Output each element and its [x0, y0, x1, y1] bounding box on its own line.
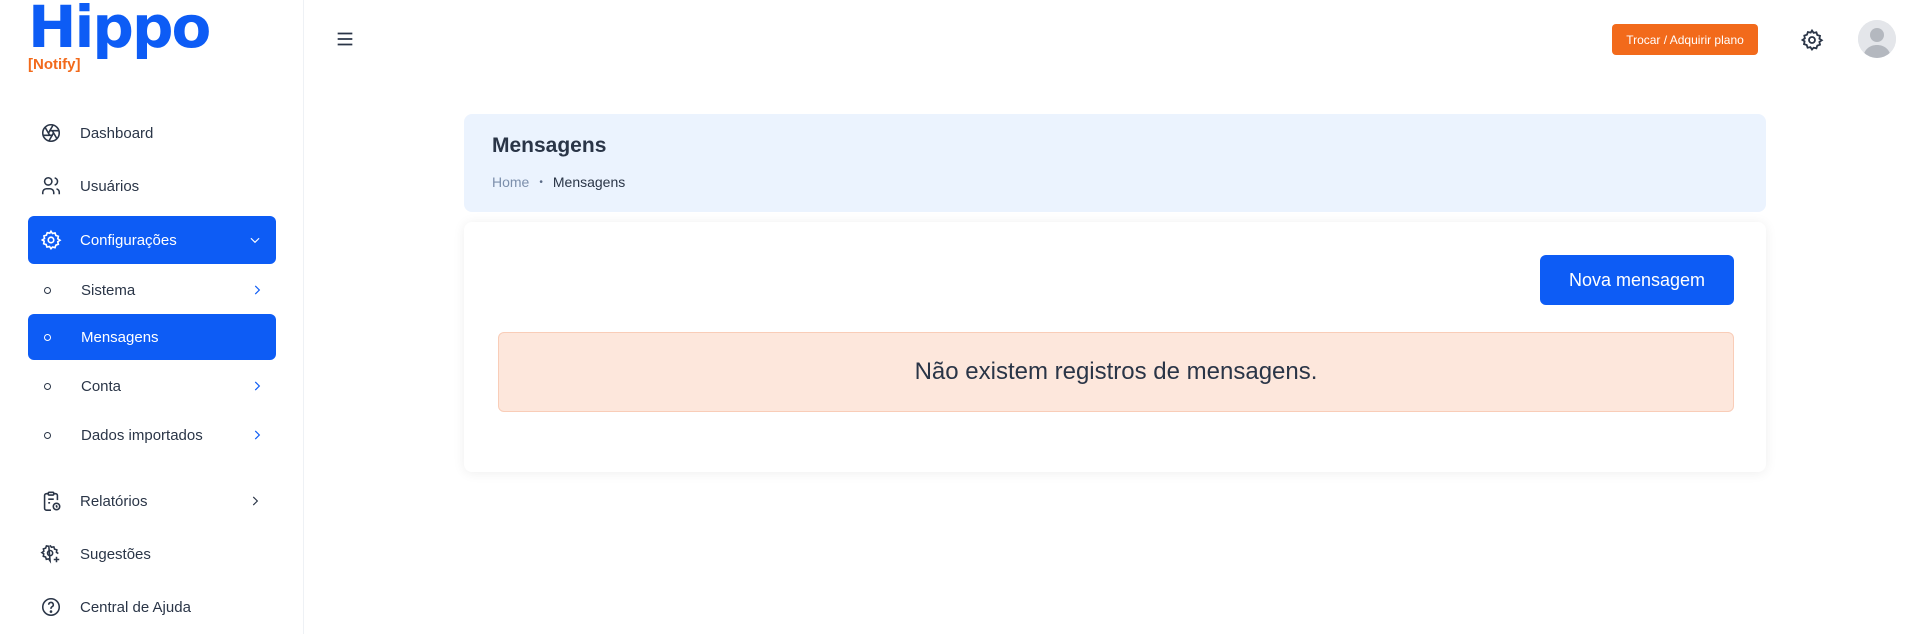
bullet-icon [44, 431, 51, 439]
sidebar-item-sugestoes[interactable]: Sugestões [28, 531, 276, 577]
sidebar-item-label: Usuários [80, 177, 140, 195]
sidebar-item-dashboard[interactable]: Dashboard [28, 110, 276, 156]
breadcrumb-separator: • [539, 176, 543, 188]
gear-plus-icon [40, 543, 62, 565]
users-icon [40, 175, 62, 197]
chevron-right-icon [250, 379, 264, 393]
sidebar-item-label: Relatórios [80, 492, 148, 510]
logo[interactable]: Hippo [Notify] [28, 0, 211, 76]
sidebar-subitem-label: Dados importados [81, 426, 203, 444]
gear-icon [40, 229, 62, 251]
sidebar: Hippo [Notify] Dashboard Usuários Config… [0, 0, 304, 634]
bullet-icon [44, 286, 51, 294]
sidebar-item-relatorios[interactable]: Relatórios [28, 478, 276, 524]
chevron-right-icon [250, 428, 264, 442]
chevron-right-icon [248, 494, 262, 508]
sidebar-item-label: Dashboard [80, 124, 154, 142]
help-circle-icon [40, 596, 62, 618]
chevron-right-icon [250, 283, 264, 297]
page-header: Mensagens Home • Mensagens [464, 114, 1766, 212]
sidebar-subitem-conta[interactable]: Conta [28, 363, 276, 409]
sidebar-item-configuracoes[interactable]: Configurações [28, 216, 276, 264]
sidebar-item-central-de-ajuda[interactable]: Central de Ajuda [28, 584, 276, 630]
breadcrumb: Home • Mensagens [492, 174, 625, 190]
logo-tagline: [Notify] [28, 56, 81, 73]
bullet-icon [44, 333, 51, 341]
sidebar-item-label: Central de Ajuda [80, 598, 191, 616]
clipboard-clock-icon [40, 490, 62, 512]
sidebar-subitem-label: Sistema [81, 281, 136, 299]
empty-state-alert: Não existem registros de mensagens. [498, 332, 1734, 412]
bullet-icon [44, 382, 51, 390]
sidebar-subitem-label: Conta [81, 377, 122, 395]
logo-text: Hippo [28, 0, 211, 61]
sidebar-item-label: Sugestões [80, 545, 151, 563]
chevron-down-icon [248, 233, 262, 247]
sidebar-subitem-label: Mensagens [81, 328, 159, 346]
new-message-button[interactable]: Nova mensagem [1540, 255, 1734, 305]
breadcrumb-current: Mensagens [552, 174, 626, 190]
sidebar-item-label: Configurações [80, 231, 177, 249]
user-avatar-icon[interactable] [1858, 20, 1896, 58]
change-plan-button[interactable]: Trocar / Adquirir plano [1612, 24, 1758, 55]
messages-card: Nova mensagem Não existem registros de m… [464, 222, 1766, 472]
gear-icon[interactable] [1800, 28, 1824, 52]
sidebar-item-usuarios[interactable]: Usuários [28, 163, 276, 209]
aperture-icon [40, 122, 62, 144]
hamburger-icon[interactable] [334, 28, 356, 50]
sidebar-subitem-mensagens[interactable]: Mensagens [28, 314, 276, 360]
breadcrumb-home-link[interactable]: Home [492, 174, 529, 190]
sidebar-subitem-dados-importados[interactable]: Dados importados [28, 412, 276, 458]
sidebar-subitem-sistema[interactable]: Sistema [28, 267, 276, 313]
page-title: Mensagens [492, 134, 607, 157]
